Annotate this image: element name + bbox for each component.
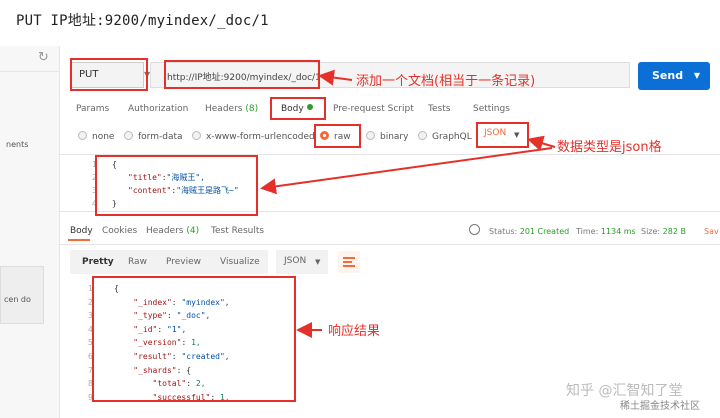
annotation-response: 响应结果 — [328, 324, 381, 339]
annotation-add-doc: 添加一个文档(相当于一条记录) — [356, 74, 536, 89]
watermark-2: 稀土掘金技术社区 — [620, 401, 700, 412]
annotation-arrows — [260, 69, 556, 338]
arrow-json — [527, 135, 556, 152]
annotation-data-type: 数据类型是json格 — [557, 140, 662, 155]
arrow-add-doc — [318, 69, 353, 86]
arrow-data-type — [260, 147, 553, 195]
